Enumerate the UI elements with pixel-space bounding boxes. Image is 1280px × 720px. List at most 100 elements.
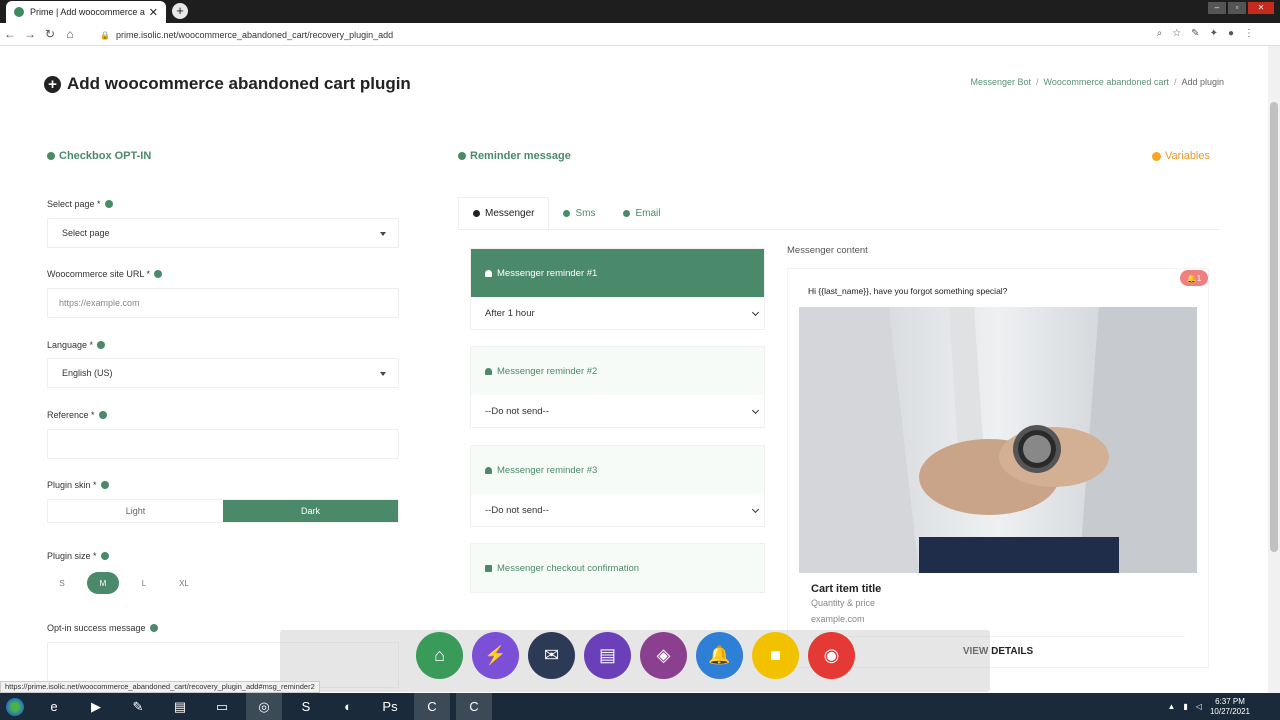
- mail-icon[interactable]: ✉: [528, 632, 575, 679]
- broadcast-icon[interactable]: ◉: [808, 632, 855, 679]
- forward-icon[interactable]: →: [20, 27, 40, 41]
- reminder-section-title: Reminder message: [458, 150, 571, 162]
- tab-email-label: Email: [635, 207, 661, 219]
- optin-title-text: Checkbox OPT-IN: [59, 150, 152, 162]
- new-tab-button[interactable]: +: [172, 3, 188, 19]
- window-close-icon[interactable]: ✕: [1248, 2, 1274, 14]
- reference-label: Reference *: [47, 410, 107, 420]
- scrollbar-thumb[interactable]: [1270, 102, 1278, 552]
- language-value: English (US): [62, 368, 113, 378]
- reminder-1-header[interactable]: Messenger reminder #1: [471, 249, 764, 297]
- checkout-confirmation-header[interactable]: Messenger checkout confirmation: [471, 544, 764, 592]
- reminder-2-title: Messenger reminder #2: [497, 365, 598, 377]
- puzzle-icon[interactable]: ✦: [1210, 28, 1218, 39]
- size-s-button[interactable]: S: [47, 572, 77, 594]
- select-page-dropdown[interactable]: Select page: [47, 218, 399, 248]
- info-icon[interactable]: [100, 552, 109, 560]
- info-icon[interactable]: [98, 411, 107, 419]
- tab-messenger-label: Messenger: [485, 207, 535, 219]
- tray-up-icon[interactable]: ▲: [1167, 702, 1175, 711]
- clock-date: 10/27/2021: [1209, 706, 1250, 716]
- size-l-button[interactable]: L: [129, 572, 159, 594]
- badge-count: 1: [1196, 273, 1202, 283]
- plugin-size-label-text: Plugin size *: [47, 551, 97, 561]
- media-icon[interactable]: ▶: [78, 693, 114, 720]
- notification-badge: 🔔 1: [1180, 270, 1208, 286]
- clock[interactable]: 6:37 PM 10/27/2021: [1210, 697, 1250, 717]
- folder-icon[interactable]: ▭: [204, 693, 240, 720]
- skin-dark-button[interactable]: Dark: [223, 500, 398, 522]
- breadcrumb-item-abandoned-cart[interactable]: Woocommerce abandoned cart: [1044, 77, 1169, 87]
- skype-icon[interactable]: S: [288, 693, 324, 720]
- size-xl-button[interactable]: XL: [169, 572, 199, 594]
- extension-icon[interactable]: ✎: [1191, 28, 1199, 39]
- info-icon[interactable]: [154, 270, 163, 278]
- firefox-icon[interactable]: ◐: [330, 693, 366, 720]
- volume-icon[interactable]: ◁: [1196, 702, 1202, 711]
- tab-messenger[interactable]: Messenger: [458, 197, 550, 229]
- video-camera-icon[interactable]: ■: [752, 632, 799, 679]
- tab-sms[interactable]: Sms: [549, 197, 609, 229]
- info-icon[interactable]: [104, 200, 113, 208]
- info-icon[interactable]: [100, 481, 109, 489]
- site-url-placeholder: https://example.com: [59, 298, 140, 308]
- reference-input[interactable]: [47, 429, 399, 459]
- bell-icon: [458, 152, 466, 160]
- zoom-icon[interactable]: ⌕: [1157, 28, 1163, 39]
- minimize-icon[interactable]: –: [1208, 2, 1226, 14]
- windows-taskbar: e ▶ ✎ ▤ ▭ ◎ S ◐ Ps C C: [0, 693, 1280, 720]
- check-circle-icon: [47, 152, 55, 160]
- reminder-2-header[interactable]: Messenger reminder #2: [471, 347, 764, 395]
- message-textarea[interactable]: Hi {{last_name}}, have you forgot someth…: [808, 286, 1007, 296]
- notification-bell-icon[interactable]: 🔔: [696, 632, 743, 679]
- variables-link[interactable]: Variables: [1151, 150, 1210, 162]
- reminder-title-text: Reminder message: [470, 150, 571, 162]
- reminder-1-delay-select[interactable]: After 1 hour: [471, 297, 764, 329]
- url-text: prime.isolic.net/woocommerce_abandoned_c…: [115, 30, 394, 40]
- address-bar[interactable]: 🔒 prime.isolic.net/woocommerce_abandoned…: [100, 26, 1140, 44]
- chat-icon[interactable]: ▤: [584, 632, 631, 679]
- reminder-2-delay-select[interactable]: --Do not send--: [471, 395, 764, 427]
- breadcrumb-separator: /: [1036, 77, 1039, 87]
- reload-icon[interactable]: ↻: [40, 27, 60, 41]
- start-button[interactable]: [0, 693, 30, 720]
- breadcrumb-separator: /: [1173, 77, 1177, 87]
- chrome-icon[interactable]: ◎: [246, 693, 282, 720]
- page-scrollbar[interactable]: [1268, 46, 1280, 693]
- document-icon[interactable]: ▤: [162, 693, 198, 720]
- social-icon[interactable]: ◈: [640, 632, 687, 679]
- close-tab-icon[interactable]: ✕: [149, 6, 158, 19]
- back-icon[interactable]: ←: [0, 27, 20, 41]
- info-icon[interactable]: [149, 624, 158, 632]
- skin-light-button[interactable]: Light: [48, 500, 223, 522]
- network-icon[interactable]: ▮: [1183, 702, 1187, 711]
- star-icon[interactable]: ☆: [1172, 28, 1181, 39]
- language-dropdown[interactable]: English (US): [47, 358, 399, 388]
- reminder-3-title: Messenger reminder #3: [497, 464, 598, 476]
- camtasia-icon[interactable]: C: [414, 693, 450, 720]
- browser-extension-icons: ⌕ ☆ ✎ ✦ ● ⋮: [1157, 28, 1254, 39]
- system-tray: ▲ ▮ ◁ 6:37 PM 10/27/2021: [1167, 693, 1250, 720]
- reminder-3-header[interactable]: Messenger reminder #3: [471, 446, 764, 494]
- home-heart-icon[interactable]: ⌂: [416, 632, 463, 679]
- photoshop-icon[interactable]: Ps: [372, 693, 408, 720]
- profile-icon[interactable]: ●: [1228, 28, 1234, 39]
- reminder-2-delay-value: --Do not send--: [485, 405, 549, 417]
- tab-email[interactable]: Email: [609, 197, 674, 229]
- recorder-icon[interactable]: C: [456, 693, 492, 720]
- reminder-3-delay-select[interactable]: --Do not send--: [471, 494, 764, 526]
- ie-icon[interactable]: e: [36, 693, 72, 720]
- home-icon[interactable]: ⌂: [60, 27, 80, 41]
- bell-icon: 🔔: [1186, 273, 1197, 283]
- success-message-label: Opt-in success message: [47, 623, 158, 633]
- maximize-icon[interactable]: ▫: [1228, 2, 1246, 14]
- notes-icon[interactable]: ✎: [120, 693, 156, 720]
- site-url-input[interactable]: https://example.com: [47, 288, 399, 318]
- size-m-button[interactable]: M: [87, 572, 119, 594]
- messenger-icon[interactable]: ⚡: [472, 632, 519, 679]
- browser-tab[interactable]: Prime | Add woocommerce abandoned ca ✕: [6, 1, 166, 23]
- messenger-content-label: Messenger content: [787, 245, 868, 256]
- info-icon[interactable]: [97, 341, 106, 349]
- menu-icon[interactable]: ⋮: [1244, 28, 1254, 39]
- breadcrumb-item-messenger-bot[interactable]: Messenger Bot: [970, 77, 1031, 87]
